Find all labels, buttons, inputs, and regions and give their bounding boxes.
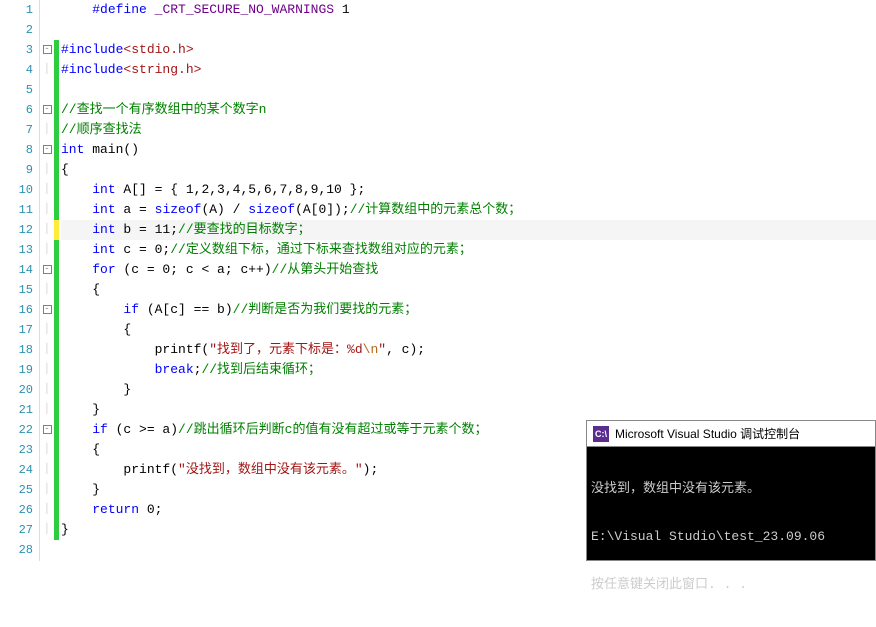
- code-line[interactable]: int b = 11;//要查找的目标数字；: [61, 220, 876, 240]
- fold-marker: │: [40, 460, 54, 480]
- code-line[interactable]: //查找一个有序数组中的某个数字n: [61, 100, 876, 120]
- line-number: 1: [0, 0, 33, 20]
- fold-marker[interactable]: -: [40, 420, 54, 440]
- fold-marker: │: [40, 120, 54, 140]
- fold-marker: [40, 20, 54, 40]
- line-number: 8: [0, 140, 33, 160]
- code-line[interactable]: {: [61, 320, 876, 340]
- code-line[interactable]: int a = sizeof(A) / sizeof(A[0]);//计算数组中…: [61, 200, 876, 220]
- code-line[interactable]: #include<stdio.h>: [61, 40, 876, 60]
- fold-marker: │: [40, 220, 54, 240]
- fold-marker: │: [40, 340, 54, 360]
- line-number: 11: [0, 200, 33, 220]
- line-number: 28: [0, 540, 33, 560]
- line-number: 23: [0, 440, 33, 460]
- line-number: 6: [0, 100, 33, 120]
- fold-marker: │: [40, 60, 54, 80]
- line-number: 7: [0, 120, 33, 140]
- code-line[interactable]: printf("找到了，元素下标是：%d\n", c);: [61, 340, 876, 360]
- fold-marker: │: [40, 160, 54, 180]
- fold-marker: │: [40, 320, 54, 340]
- code-line[interactable]: }: [61, 380, 876, 400]
- line-number: 21: [0, 400, 33, 420]
- fold-marker: │: [40, 500, 54, 520]
- vs-icon: C:\: [593, 426, 609, 442]
- console-line: 没找到，数组中没有该元素。: [591, 481, 871, 497]
- fold-marker: [40, 80, 54, 100]
- fold-marker: │: [40, 360, 54, 380]
- fold-marker[interactable]: -: [40, 260, 54, 280]
- fold-marker[interactable]: -: [40, 100, 54, 120]
- line-number: 5: [0, 80, 33, 100]
- fold-marker: │: [40, 400, 54, 420]
- debug-console-window[interactable]: C:\ Microsoft Visual Studio 调试控制台 没找到，数组…: [586, 420, 876, 561]
- code-line[interactable]: [61, 80, 876, 100]
- line-number: 10: [0, 180, 33, 200]
- line-number: 18: [0, 340, 33, 360]
- code-line[interactable]: for (c = 0; c < a; c++)//从第头开始查找: [61, 260, 876, 280]
- fold-marker: [40, 540, 54, 560]
- line-number-gutter: 1234567891011121314151617181920212223242…: [0, 0, 40, 561]
- line-number: 14: [0, 260, 33, 280]
- fold-marker: │: [40, 440, 54, 460]
- console-titlebar[interactable]: C:\ Microsoft Visual Studio 调试控制台: [587, 421, 875, 447]
- line-number: 25: [0, 480, 33, 500]
- line-number: 24: [0, 460, 33, 480]
- code-line[interactable]: if (A[c] == b)//判断是否为我们要找的元素；: [61, 300, 876, 320]
- code-line[interactable]: //顺序查找法: [61, 120, 876, 140]
- fold-column[interactable]: -│-│-│││││-│-│││││-│││││: [40, 0, 54, 561]
- fold-marker: │: [40, 180, 54, 200]
- fold-marker[interactable]: -: [40, 40, 54, 60]
- code-line[interactable]: }: [61, 400, 876, 420]
- code-line[interactable]: [61, 20, 876, 40]
- fold-marker: │: [40, 280, 54, 300]
- line-number: 22: [0, 420, 33, 440]
- code-line[interactable]: {: [61, 280, 876, 300]
- line-number: 15: [0, 280, 33, 300]
- console-title-text: Microsoft Visual Studio 调试控制台: [615, 425, 800, 442]
- fold-marker: │: [40, 520, 54, 540]
- fold-marker: │: [40, 480, 54, 500]
- code-line[interactable]: int main(): [61, 140, 876, 160]
- fold-marker[interactable]: -: [40, 140, 54, 160]
- line-number: 16: [0, 300, 33, 320]
- line-number: 9: [0, 160, 33, 180]
- line-number: 12: [0, 220, 33, 240]
- fold-marker: │: [40, 240, 54, 260]
- line-number: 2: [0, 20, 33, 40]
- line-number: 4: [0, 60, 33, 80]
- code-line[interactable]: #include<string.h>: [61, 60, 876, 80]
- line-number: 17: [0, 320, 33, 340]
- code-line[interactable]: int c = 0;//定义数组下标，通过下标来查找数组对应的元素；: [61, 240, 876, 260]
- fold-marker[interactable]: -: [40, 300, 54, 320]
- console-line: 按任意键关闭此窗口. . .: [591, 577, 871, 593]
- console-output: 没找到，数组中没有该元素。 E:\Visual Studio\test_23.0…: [587, 447, 875, 627]
- code-line[interactable]: {: [61, 160, 876, 180]
- line-number: 26: [0, 500, 33, 520]
- code-line[interactable]: break;//找到后结束循环；: [61, 360, 876, 380]
- fold-marker: │: [40, 380, 54, 400]
- line-number: 3: [0, 40, 33, 60]
- line-number: 19: [0, 360, 33, 380]
- code-line[interactable]: int A[] = { 1,2,3,4,5,6,7,8,9,10 };: [61, 180, 876, 200]
- line-number: 13: [0, 240, 33, 260]
- code-line[interactable]: #define _CRT_SECURE_NO_WARNINGS 1: [61, 0, 876, 20]
- line-number: 27: [0, 520, 33, 540]
- console-line: E:\Visual Studio\test_23.09.06: [591, 529, 871, 545]
- line-number: 20: [0, 380, 33, 400]
- fold-marker: [40, 0, 54, 20]
- fold-marker: │: [40, 200, 54, 220]
